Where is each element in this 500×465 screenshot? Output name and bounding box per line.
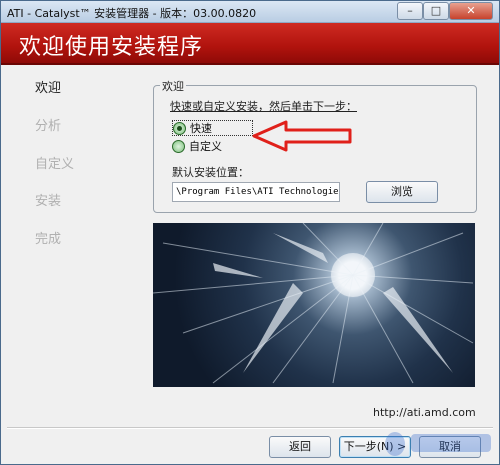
red-annotation-arrow-icon — [252, 120, 352, 152]
installer-window: ATI - Catalyst™ 安装管理器 - 版本：03.00.0820 – … — [0, 0, 500, 465]
option-custom-label: 自定义 — [189, 140, 222, 153]
step-finish: 完成 — [35, 232, 62, 247]
radio-custom[interactable] — [172, 139, 185, 153]
banner-artwork — [153, 223, 475, 387]
instruction-text: 快速或自定义安装，然后单击下一步： — [170, 100, 357, 113]
option-express-label: 快速 — [190, 122, 212, 135]
install-location-label: 默认安装位置： — [172, 166, 249, 179]
option-express[interactable]: 快速 — [172, 120, 253, 136]
maximize-button[interactable]: □ — [423, 2, 449, 20]
step-analyze: 分析 — [35, 119, 62, 134]
browse-button[interactable]: 浏览 — [366, 181, 438, 203]
step-install: 安装 — [35, 194, 62, 209]
option-custom[interactable]: 自定义 — [172, 138, 222, 154]
baidu-watermark-icon — [385, 432, 491, 456]
title-bar: ATI - Catalyst™ 安装管理器 - 版本：03.00.0820 – … — [1, 1, 499, 23]
ati-url-text: http://ati.amd.com — [373, 406, 476, 419]
abstract-art-image — [153, 223, 474, 384]
back-button[interactable]: 返回 — [269, 436, 331, 458]
close-button[interactable]: ✕ — [449, 2, 493, 20]
install-path-input[interactable]: \Program Files\ATI Technologies — [172, 182, 340, 202]
group-title: 欢迎 — [160, 78, 186, 94]
step-welcome: 欢迎 — [35, 81, 62, 96]
window-title: ATI - Catalyst™ 安装管理器 - 版本：03.00.0820 — [7, 7, 257, 20]
header-banner: 欢迎使用安装程序 — [1, 23, 499, 65]
radio-express[interactable] — [173, 121, 186, 135]
banner-title: 欢迎使用安装程序 — [19, 35, 204, 60]
minimize-button[interactable]: – — [397, 2, 423, 20]
step-customize: 自定义 — [35, 157, 75, 172]
